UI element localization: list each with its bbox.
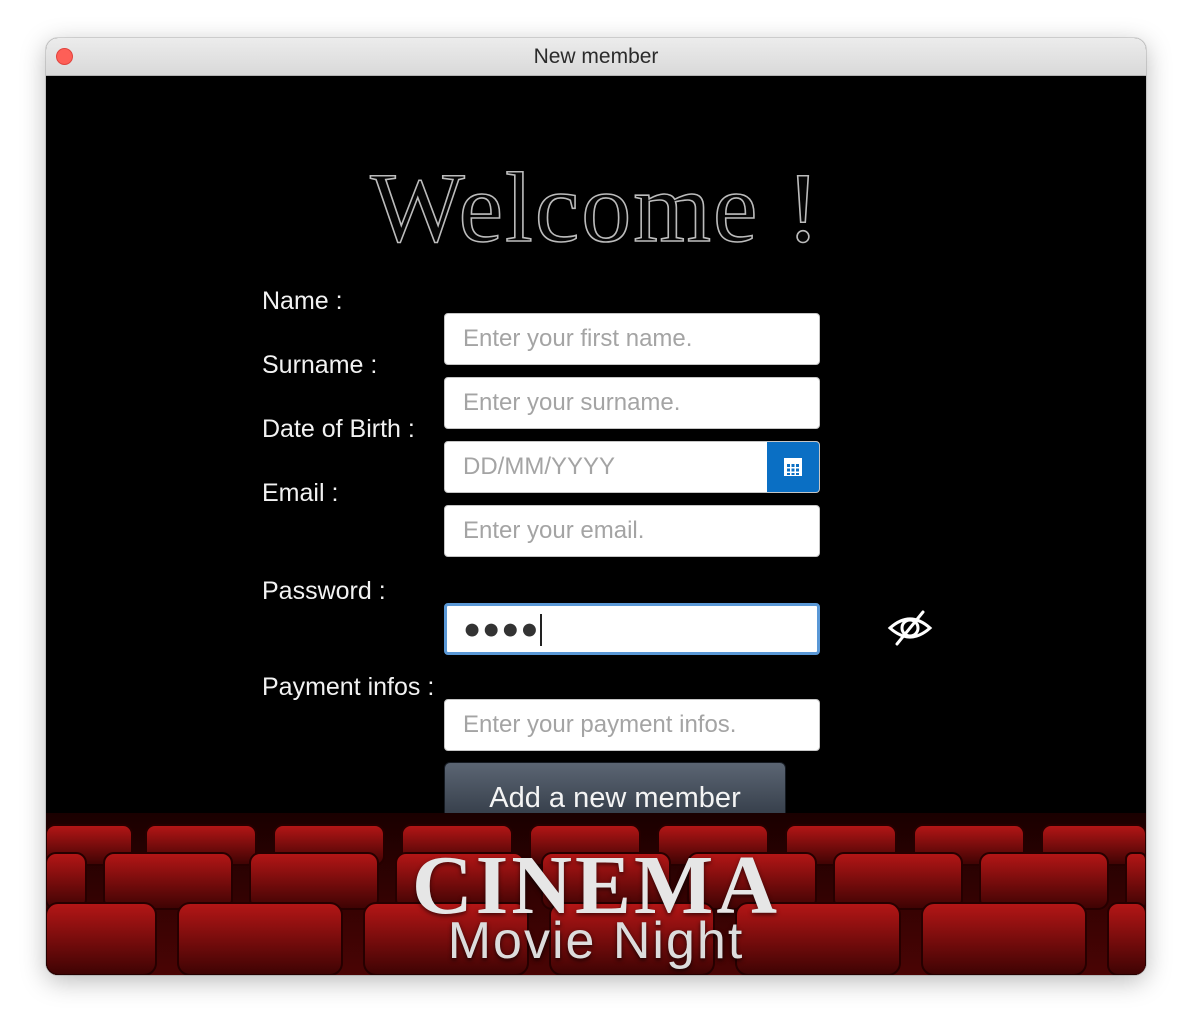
date-of-birth-placeholder: DD/MM/YYYY [463, 453, 616, 480]
welcome-heading: Welcome ! [369, 152, 822, 264]
title-bar: New member [46, 38, 1146, 76]
first-name-field[interactable]: Enter your first name. [444, 313, 820, 365]
password-label: Password : [262, 577, 386, 605]
new-member-window: New member Welcome ! Name : Enter your f… [46, 38, 1146, 975]
form-area: Welcome ! Name : Enter your first name. … [46, 76, 1146, 975]
date-of-birth-label: Date of Birth : [262, 415, 415, 443]
calendar-icon [784, 458, 802, 476]
surname-label: Surname : [262, 351, 378, 379]
close-window-button[interactable] [56, 48, 73, 65]
payment-infos-label: Payment infos : [262, 673, 435, 701]
email-label: Email : [262, 479, 339, 507]
cinema-logo-subtitle: Movie Night [447, 912, 745, 970]
window-title: New member [533, 45, 659, 68]
eye-slash-icon[interactable] [887, 608, 933, 648]
payment-infos-placeholder: Enter your payment infos. [463, 711, 737, 738]
first-name-placeholder: Enter your first name. [463, 325, 693, 352]
text-caret [540, 613, 543, 646]
email-placeholder: Enter your email. [463, 517, 645, 544]
date-picker-button[interactable] [767, 442, 819, 492]
date-of-birth-field[interactable]: DD/MM/YYYY [444, 441, 820, 493]
email-field[interactable]: Enter your email. [444, 505, 820, 557]
payment-infos-field[interactable]: Enter your payment infos. [444, 699, 820, 751]
surname-field[interactable]: Enter your surname. [444, 377, 820, 429]
password-field[interactable]: ●●●● [444, 603, 820, 655]
surname-placeholder: Enter your surname. [463, 389, 681, 416]
name-label: Name : [262, 287, 343, 315]
password-value: ●●●● [463, 612, 540, 646]
